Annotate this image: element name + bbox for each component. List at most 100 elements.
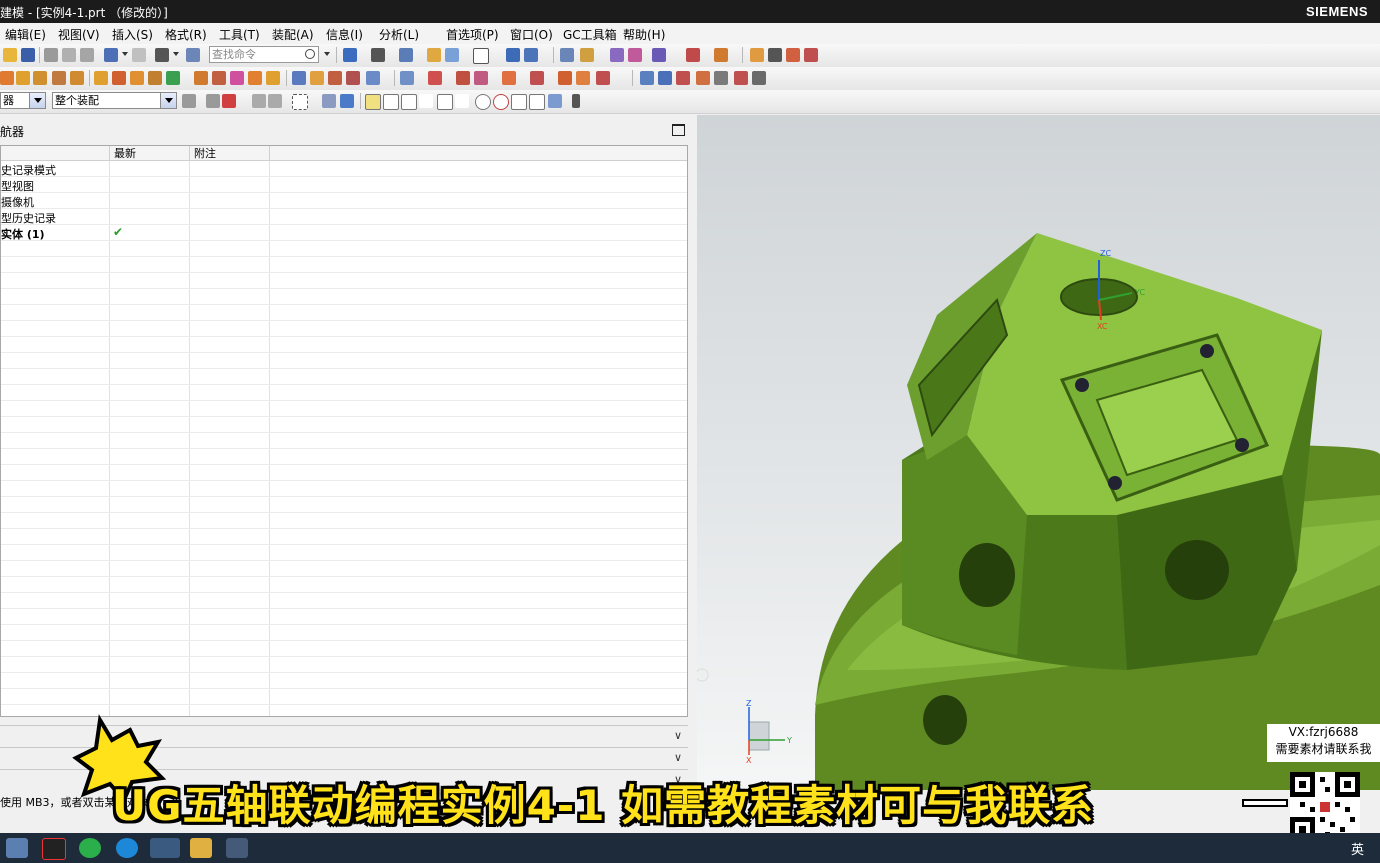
snap-curve-icon[interactable] xyxy=(419,94,433,108)
tray-app-icon[interactable] xyxy=(226,838,248,858)
menu-analysis[interactable]: 分析(L) xyxy=(379,26,419,43)
chevron-down-icon[interactable]: ∨ xyxy=(674,751,682,764)
fit-icon[interactable] xyxy=(427,48,441,62)
body-select-icon[interactable] xyxy=(268,94,282,108)
copy-icon[interactable] xyxy=(62,48,76,62)
replace-face-icon[interactable] xyxy=(328,71,342,85)
add-component-icon[interactable] xyxy=(658,71,672,85)
chevron-down-icon[interactable] xyxy=(29,93,45,108)
select-all-icon[interactable] xyxy=(206,94,220,108)
snap-surface-icon[interactable] xyxy=(548,94,562,108)
snap-end-icon[interactable] xyxy=(365,94,381,110)
sketch-icon[interactable] xyxy=(750,48,764,62)
tree-row-model-views[interactable]: 型视图 xyxy=(1,177,687,193)
save-icon[interactable] xyxy=(21,48,35,62)
menu-format[interactable]: 格式(R) xyxy=(165,26,207,43)
open-icon[interactable] xyxy=(3,48,17,62)
display-icon[interactable] xyxy=(714,48,728,62)
revolve-icon[interactable] xyxy=(16,71,30,85)
extrude-icon[interactable] xyxy=(0,71,14,85)
solid-select-icon[interactable] xyxy=(340,94,354,108)
edit-object-icon[interactable] xyxy=(686,48,700,62)
offset-face-icon[interactable] xyxy=(248,71,262,85)
zoom-icon[interactable] xyxy=(445,48,459,62)
undo-dropdown-icon[interactable] xyxy=(122,52,128,56)
draft-icon[interactable] xyxy=(230,71,244,85)
analysis-icon[interactable] xyxy=(628,48,642,62)
trim-body-icon[interactable] xyxy=(148,71,162,85)
sew-icon[interactable] xyxy=(456,71,470,85)
repeat-command-icon[interactable] xyxy=(155,48,169,62)
find-icon[interactable] xyxy=(186,48,200,62)
curve-icon[interactable] xyxy=(768,48,782,62)
move-component-icon[interactable] xyxy=(696,71,710,85)
offset-surface-icon[interactable] xyxy=(596,71,610,85)
constraint-icon[interactable] xyxy=(676,71,690,85)
filter-reset-icon[interactable] xyxy=(182,94,196,108)
unite-icon[interactable] xyxy=(94,71,108,85)
snap-mid-icon[interactable] xyxy=(383,94,399,110)
assembly-icon[interactable] xyxy=(640,71,654,85)
column-header-latest[interactable]: 最新 xyxy=(110,146,190,161)
pocket-icon[interactable] xyxy=(70,71,84,85)
menu-window[interactable]: 窗口(O) xyxy=(510,26,553,43)
measure-icon[interactable] xyxy=(610,48,624,62)
menu-insert[interactable]: 插入(S) xyxy=(112,26,153,43)
menu-tools[interactable]: 工具(T) xyxy=(219,26,260,43)
intersect-icon[interactable] xyxy=(130,71,144,85)
extend-icon[interactable] xyxy=(530,71,544,85)
move-face-icon[interactable] xyxy=(310,71,324,85)
snap-point-icon[interactable] xyxy=(511,94,527,110)
layer-icon[interactable] xyxy=(506,48,520,62)
cut-icon[interactable] xyxy=(44,48,58,62)
selection-scope-select[interactable]: 整个装配 xyxy=(52,92,177,109)
wave-icon[interactable] xyxy=(734,71,748,85)
thicken-icon[interactable] xyxy=(474,71,488,85)
wechat-icon[interactable] xyxy=(79,838,101,858)
trim-sheet-icon[interactable] xyxy=(502,71,516,85)
snap-intersect-icon[interactable] xyxy=(437,94,453,110)
chamfer-icon[interactable] xyxy=(194,71,208,85)
edge-blend-icon[interactable] xyxy=(166,71,180,85)
move-layer-icon[interactable] xyxy=(524,48,538,62)
through-curves-icon[interactable] xyxy=(428,71,442,85)
undo-icon[interactable] xyxy=(104,48,118,62)
render-style-icon[interactable] xyxy=(371,48,385,62)
maximize-icon[interactable] xyxy=(672,124,685,136)
qq-icon[interactable] xyxy=(42,838,66,860)
nx-app-icon[interactable] xyxy=(150,838,180,858)
shell-icon[interactable] xyxy=(212,71,226,85)
file-explorer-icon[interactable] xyxy=(190,838,212,858)
surface-icon[interactable] xyxy=(400,71,414,85)
curve-rule-icon[interactable] xyxy=(222,94,236,108)
feature-select-icon[interactable] xyxy=(252,94,266,108)
tree-row-model-history[interactable]: 型历史记录 xyxy=(1,209,687,225)
arc-icon[interactable] xyxy=(804,48,818,62)
repeat-dropdown-icon[interactable] xyxy=(173,52,179,56)
column-header-name[interactable] xyxy=(1,146,110,161)
navigator-tree[interactable]: 最新 附注 史记录模式 型视图 摄像机 型历史记录 实体 (1) ✔ xyxy=(0,145,688,717)
column-header-notes[interactable]: 附注 xyxy=(190,146,270,161)
n-sided-icon[interactable] xyxy=(576,71,590,85)
tree-row-solid-body[interactable]: 实体 (1) ✔ xyxy=(1,225,687,241)
delete-face-icon[interactable] xyxy=(346,71,360,85)
graphics-window[interactable]: ZC YC XC Z Y X xyxy=(697,115,1380,810)
menu-help[interactable]: 帮助(H) xyxy=(623,26,665,43)
rectangle-select-icon[interactable] xyxy=(292,94,308,110)
input-language[interactable]: 英 xyxy=(1351,839,1364,858)
explode-icon[interactable] xyxy=(714,71,728,85)
menu-assembly[interactable]: 装配(A) xyxy=(272,26,314,43)
paste-icon[interactable] xyxy=(80,48,94,62)
part-model[interactable]: ZC YC XC Z Y X xyxy=(697,115,1380,810)
tree-row-cameras[interactable]: 摄像机 xyxy=(1,193,687,209)
menu-edit[interactable]: 编辑(E) xyxy=(5,26,46,43)
boss-icon[interactable] xyxy=(52,71,66,85)
toolbar-options-icon[interactable] xyxy=(572,94,580,108)
search-icon[interactable] xyxy=(305,49,315,59)
line-icon[interactable] xyxy=(786,48,800,62)
clearance-icon[interactable] xyxy=(752,71,766,85)
section-icon[interactable] xyxy=(652,48,666,62)
snap-perpendicular-icon[interactable] xyxy=(455,94,469,108)
calculator-icon[interactable] xyxy=(6,838,28,858)
hole-icon[interactable] xyxy=(33,71,47,85)
